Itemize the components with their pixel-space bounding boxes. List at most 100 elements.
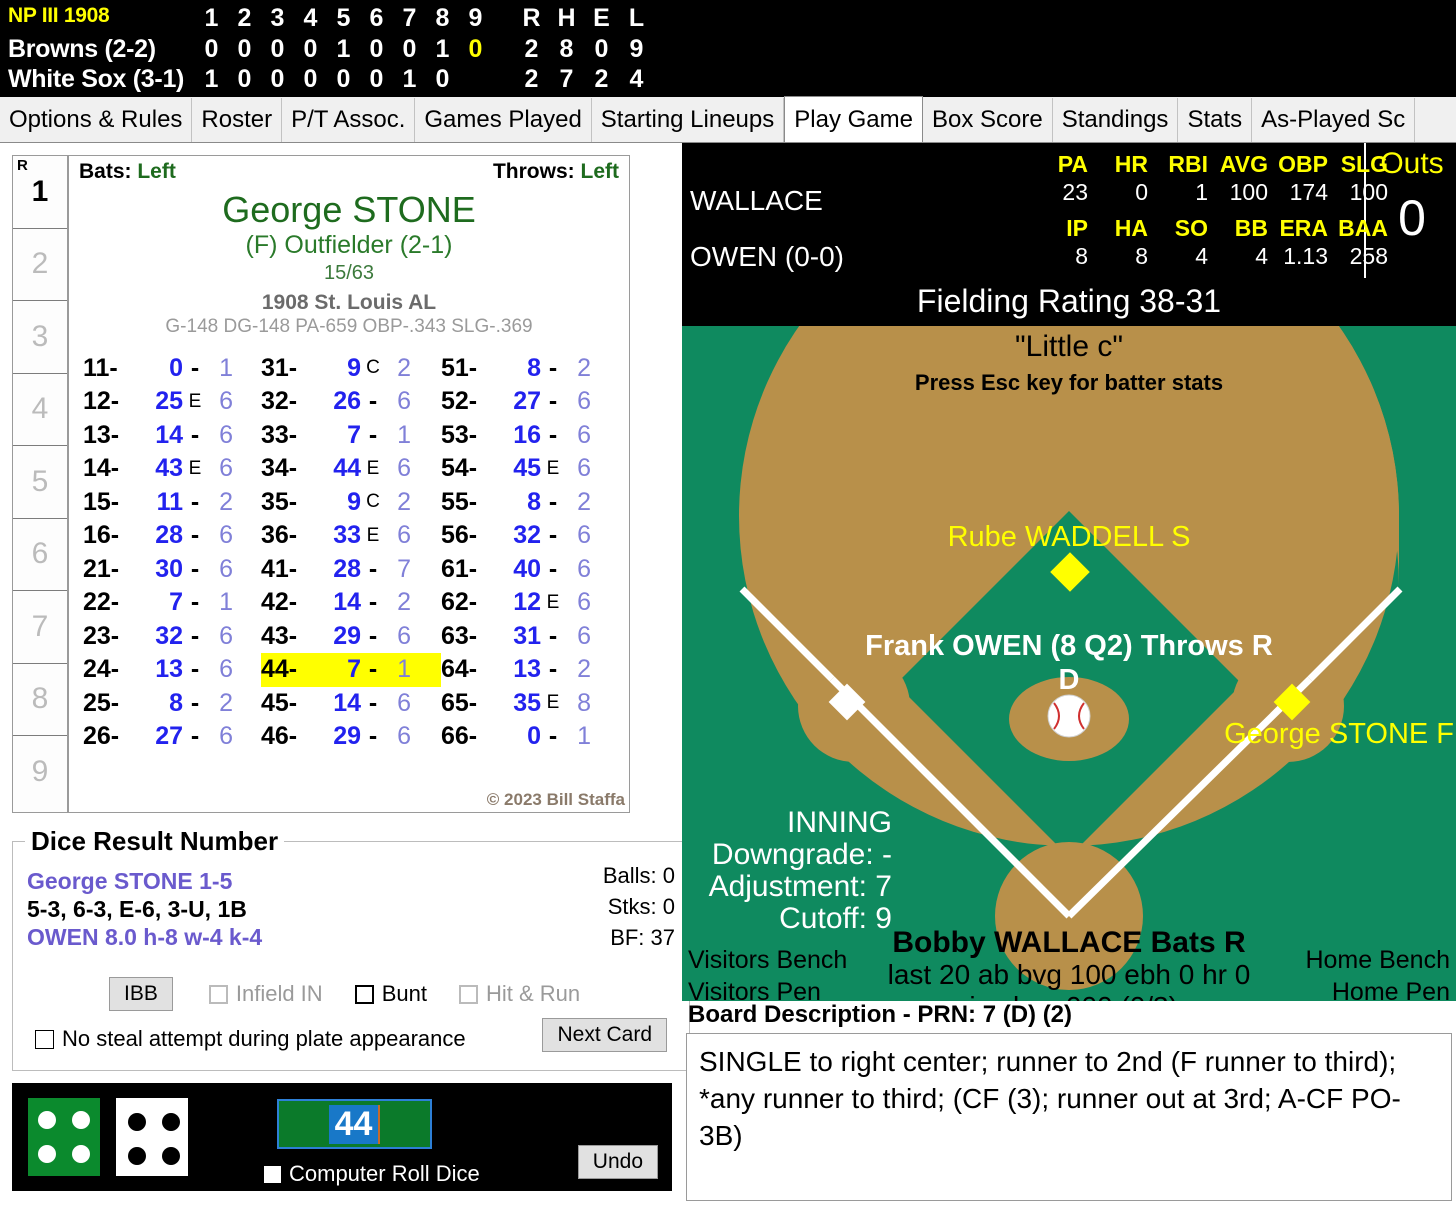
tab-roster[interactable]: Roster <box>192 98 283 142</box>
die-pip <box>162 1113 180 1131</box>
rhel-value: 2 <box>524 35 539 63</box>
rhel-header: H <box>557 4 576 32</box>
bunt-checkbox-box <box>354 984 374 1004</box>
board-description-area: Board Description - PRN: 7 (D) (2) SINGL… <box>682 1001 1456 1211</box>
computer-roll-dice-checkbox-box <box>264 1165 281 1183</box>
dice-result-modifier: E <box>546 457 560 479</box>
inning-score: 0 <box>303 35 318 63</box>
dice-result-row: 36- 33 E 6 <box>261 519 441 553</box>
die-white[interactable] <box>116 1098 188 1176</box>
dice-result-value: 7 <box>347 420 361 449</box>
dice-result-value: 0 <box>169 353 183 382</box>
dice-result-code: 6 <box>397 387 411 416</box>
tab-box-score[interactable]: Box Score <box>922 98 1053 142</box>
inning-header: 7 <box>402 4 417 32</box>
ibb-button[interactable]: IBB <box>109 977 173 1011</box>
dice-result-code: 6 <box>577 621 591 650</box>
tab-starting-lineups[interactable]: Starting Lineups <box>591 98 785 142</box>
inning-cell[interactable]: 9 <box>13 736 67 809</box>
die-pip <box>38 1145 56 1163</box>
dice-result-row: 56- 32-6 <box>441 519 621 553</box>
inning-cell[interactable]: 8 <box>13 664 67 736</box>
dice-result-modifier: - <box>368 621 378 650</box>
dice-result-row: 62- 12 E 6 <box>441 586 621 620</box>
dice-result-value: 28 <box>333 554 361 583</box>
dice-result-value: 25 <box>155 387 183 416</box>
stat-header: HR <box>1114 151 1148 177</box>
adjustment-label: Adjustment: 7 <box>708 870 892 903</box>
inning-cell[interactable]: 7 <box>13 591 67 664</box>
dice-result-code: 2 <box>577 487 591 516</box>
dice-roll-key: 24- <box>83 655 120 684</box>
dice-result-row: 24- 13-6 <box>83 653 263 687</box>
inning-cell[interactable]: 2 <box>13 229 67 301</box>
dice-result-code: 2 <box>219 487 233 516</box>
infield-in-checkbox[interactable]: Infield IN <box>208 981 323 1007</box>
home-bench-link[interactable]: Home Bench <box>1305 946 1450 975</box>
stat-value: 4 <box>1255 243 1268 269</box>
no-steal-label: No steal attempt during plate appearance <box>62 1026 466 1051</box>
tab-p-t-assoc[interactable]: P/T Assoc. <box>282 98 416 142</box>
dice-roll-key: 35- <box>261 487 298 516</box>
dice-result-value: 13 <box>155 655 183 684</box>
strikes-count: Stks: 0 <box>607 894 675 920</box>
inning-cell[interactable]: 6 <box>13 519 67 591</box>
no-steal-checkbox[interactable]: No steal attempt during plate appearance <box>35 1026 466 1052</box>
stat-value: 8 <box>1135 243 1148 269</box>
tab-play-game[interactable]: Play Game <box>784 96 923 142</box>
visitors-bench-link[interactable]: Visitors Bench <box>688 946 847 975</box>
stat-header: AVG <box>1219 151 1268 177</box>
dice-result-row: 65- 35 E 8 <box>441 687 621 721</box>
dice-roll-key: 11- <box>83 353 118 382</box>
visitors-pen-link[interactable]: Visitors Pen <box>688 978 821 1001</box>
tab-as-played-sc[interactable]: As-Played Sc <box>1252 98 1416 142</box>
tab-bar: Options & Rules Roster P/T Assoc. Games Pla… <box>0 96 1456 143</box>
hit-and-run-checkbox[interactable]: Hit & Run <box>458 981 581 1007</box>
dice-result-value: 9 <box>347 353 361 382</box>
inning-score: 1 <box>435 35 450 63</box>
dice-result-modifier: - <box>190 688 200 717</box>
dice-result-value: 8 <box>169 688 183 717</box>
undo-button[interactable]: Undo <box>577 1145 658 1179</box>
throws-value: Left <box>580 160 620 183</box>
tab-standings[interactable]: Standings <box>1052 98 1179 142</box>
second-base-player-label: Rube WADDELL S <box>947 521 1191 553</box>
dice-result-value: 0 <box>527 722 541 751</box>
inning-score: 0 <box>468 35 483 63</box>
dice-result-code: 6 <box>397 621 411 650</box>
scoreboard-header-cells: 123456789 RHEL <box>195 4 654 33</box>
dice-result-modifier: - <box>368 722 378 751</box>
dice-result-code: 2 <box>397 353 411 382</box>
bunt-checkbox[interactable]: Bunt <box>354 981 427 1007</box>
next-card-button[interactable]: Next Card <box>542 1018 667 1052</box>
inning-header: 3 <box>270 4 285 32</box>
dice-result-modifier: - <box>190 487 200 516</box>
dice-result-code: 2 <box>219 688 233 717</box>
dice-result-row: 45- 14-6 <box>261 687 441 721</box>
inning-cell[interactable]: 1 <box>13 156 67 229</box>
stat-header: OBP <box>1278 151 1328 177</box>
die-green[interactable] <box>28 1098 100 1176</box>
home-pen-link[interactable]: Home Pen <box>1332 978 1450 1001</box>
dice-strip: 44 Computer Roll Dice Undo <box>12 1083 672 1191</box>
field-diagram[interactable]: "Little c" Press Esc key for batter stat… <box>682 326 1456 1001</box>
dice-result-code: 6 <box>219 420 233 449</box>
dice-result-modifier: C <box>366 357 380 379</box>
hit-and-run-label: Hit & Run <box>485 981 581 1006</box>
dice-result-value: 40 <box>513 554 541 583</box>
tab-stats[interactable]: Stats <box>1178 98 1253 142</box>
dice-result-code: 6 <box>397 722 411 751</box>
dice-result-value: 43 <box>155 454 183 483</box>
inning-cell[interactable]: 5 <box>13 446 67 519</box>
inning-cell[interactable]: 4 <box>13 374 67 446</box>
dice-result-row: 44- 7-1 <box>261 653 441 687</box>
computer-roll-dice-checkbox[interactable]: Computer Roll Dice <box>264 1161 480 1187</box>
tab-games-played[interactable]: Games Played <box>415 98 592 142</box>
dice-result-value: 32 <box>513 521 541 550</box>
rhel-header: R <box>522 4 541 32</box>
dice-result-code: 2 <box>577 655 591 684</box>
dice-result-value: 29 <box>333 621 361 650</box>
inning-cell[interactable]: 3 <box>13 301 67 374</box>
tab-options-rules[interactable]: Options & Rules <box>0 98 193 142</box>
roll-value-box[interactable]: 44 <box>277 1099 432 1149</box>
